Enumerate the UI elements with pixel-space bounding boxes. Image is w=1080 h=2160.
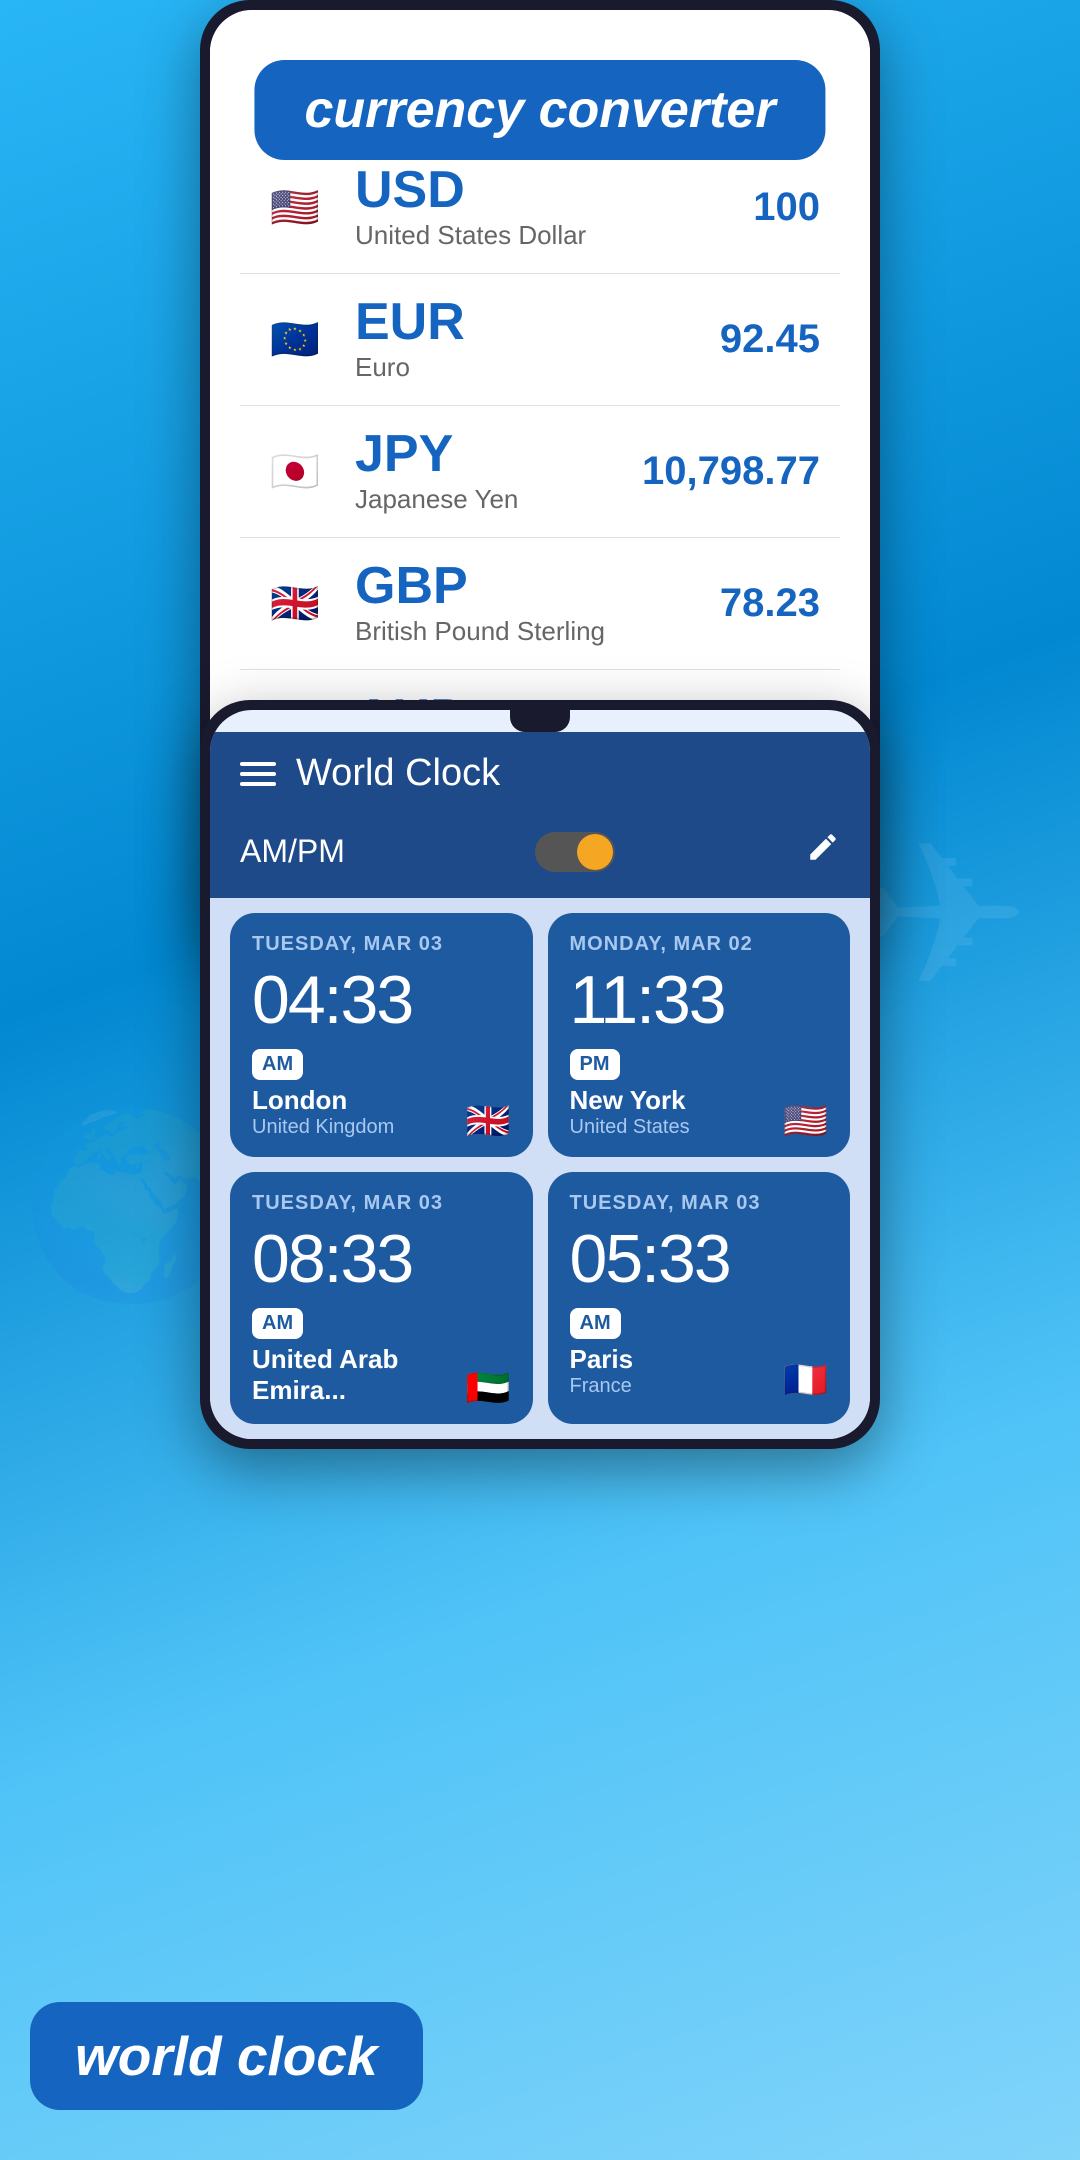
london-footer: AM London United Kingdom 🇬🇧: [252, 1049, 511, 1139]
currency-info-usd: USD United States Dollar: [355, 164, 753, 251]
london-time: 04:33: [252, 966, 511, 1034]
edit-icon[interactable]: [806, 830, 840, 873]
currency-row-jpy[interactable]: 🇯🇵 JPY Japanese Yen 10,798.77: [240, 406, 840, 538]
newyork-ampm-badge: PM: [570, 1049, 620, 1080]
currency-name-eur: Euro: [355, 352, 720, 383]
currency-code-eur: EUR: [355, 296, 720, 348]
clock-card-uae[interactable]: TUESDAY, MAR 03 08:33 AM United Arab Emi…: [230, 1172, 533, 1424]
currency-value-gbp: 78.23: [720, 581, 820, 626]
currency-code-jpy: JPY: [355, 428, 642, 480]
currency-info-gbp: GBP British Pound Sterling: [355, 560, 720, 647]
currency-name-usd: United States Dollar: [355, 220, 753, 251]
flag-usd: 🇺🇸: [260, 173, 330, 243]
ampm-toggle-switch[interactable]: [535, 832, 615, 872]
currency-row-gbp[interactable]: 🇬🇧 GBP British Pound Sterling 78.23: [240, 538, 840, 670]
currency-banner: currency converter: [254, 60, 825, 160]
currency-code-usd: USD: [355, 164, 753, 216]
london-city-info: AM London United Kingdom: [252, 1049, 394, 1139]
flag-gbp: 🇬🇧: [260, 569, 330, 639]
currency-info-eur: EUR Euro: [355, 296, 720, 383]
london-date: TUESDAY, MAR 03: [252, 933, 511, 956]
currency-value-eur: 92.45: [720, 317, 820, 362]
uae-date: TUESDAY, MAR 03: [252, 1192, 511, 1215]
currency-row-eur[interactable]: 🇪🇺 EUR Euro 92.45: [240, 274, 840, 406]
london-flag: 🇬🇧: [466, 1103, 511, 1139]
paris-country: France: [570, 1375, 632, 1398]
newyork-city-info: PM New York United States: [570, 1049, 690, 1139]
london-city: London: [252, 1085, 347, 1116]
clock-app-title: World Clock: [296, 752, 840, 795]
currency-row-usd[interactable]: 🇺🇸 USD United States Dollar 100: [240, 142, 840, 274]
toggle-knob: [577, 834, 613, 870]
clock-card-newyork[interactable]: MONDAY, MAR 02 11:33 PM New York United …: [548, 913, 851, 1157]
paris-city-info: AM Paris France: [570, 1308, 634, 1398]
clock-app-header: World Clock: [210, 732, 870, 815]
clock-phone: World Clock AM/PM TUESDAY, MAR 03 04:33: [200, 700, 880, 1449]
hamburger-menu-icon[interactable]: [240, 762, 276, 786]
ampm-label: AM/PM: [240, 833, 345, 870]
london-country: United Kingdom: [252, 1116, 394, 1139]
uae-flag: 🇦🇪: [466, 1370, 511, 1406]
uae-ampm-badge: AM: [252, 1308, 303, 1339]
clock-cards-grid: TUESDAY, MAR 03 04:33 AM London United K…: [210, 898, 870, 1439]
clock-card-london[interactable]: TUESDAY, MAR 03 04:33 AM London United K…: [230, 913, 533, 1157]
flag-jpy: 🇯🇵: [260, 437, 330, 507]
newyork-date: MONDAY, MAR 02: [570, 933, 829, 956]
paris-ampm-badge: AM: [570, 1308, 621, 1339]
paris-city: Paris: [570, 1344, 634, 1375]
newyork-footer: PM New York United States 🇺🇸: [570, 1049, 829, 1139]
currency-value-jpy: 10,798.77: [642, 449, 820, 494]
world-clock-badge-text: world clock: [75, 2025, 378, 2087]
currency-banner-text: currency converter: [304, 81, 775, 139]
world-clock-badge: world clock: [30, 2002, 423, 2110]
uae-city-info: AM United Arab Emira...: [252, 1308, 466, 1406]
paris-footer: AM Paris France 🇫🇷: [570, 1308, 829, 1398]
clock-card-paris[interactable]: TUESDAY, MAR 03 05:33 AM Paris France 🇫🇷: [548, 1172, 851, 1424]
newyork-time: 11:33: [570, 966, 829, 1034]
newyork-country: United States: [570, 1116, 690, 1139]
hamburger-line-3: [240, 782, 276, 786]
newyork-flag: 🇺🇸: [783, 1103, 828, 1139]
paris-flag: 🇫🇷: [783, 1362, 828, 1398]
hamburger-line-2: [240, 772, 276, 776]
phone-notch: [510, 710, 570, 732]
hamburger-line-1: [240, 762, 276, 766]
currency-name-jpy: Japanese Yen: [355, 484, 642, 515]
flag-eur: 🇪🇺: [260, 305, 330, 375]
currency-name-gbp: British Pound Sterling: [355, 616, 720, 647]
currency-code-gbp: GBP: [355, 560, 720, 612]
ampm-toggle-row: AM/PM: [210, 815, 870, 898]
currency-value-usd: 100: [753, 185, 820, 230]
uae-footer: AM United Arab Emira... 🇦🇪: [252, 1308, 511, 1406]
london-ampm-badge: AM: [252, 1049, 303, 1080]
uae-city: United Arab Emira...: [252, 1344, 466, 1406]
newyork-city: New York: [570, 1085, 686, 1116]
paris-time: 05:33: [570, 1225, 829, 1293]
uae-time: 08:33: [252, 1225, 511, 1293]
paris-date: TUESDAY, MAR 03: [570, 1192, 829, 1215]
currency-info-jpy: JPY Japanese Yen: [355, 428, 642, 515]
